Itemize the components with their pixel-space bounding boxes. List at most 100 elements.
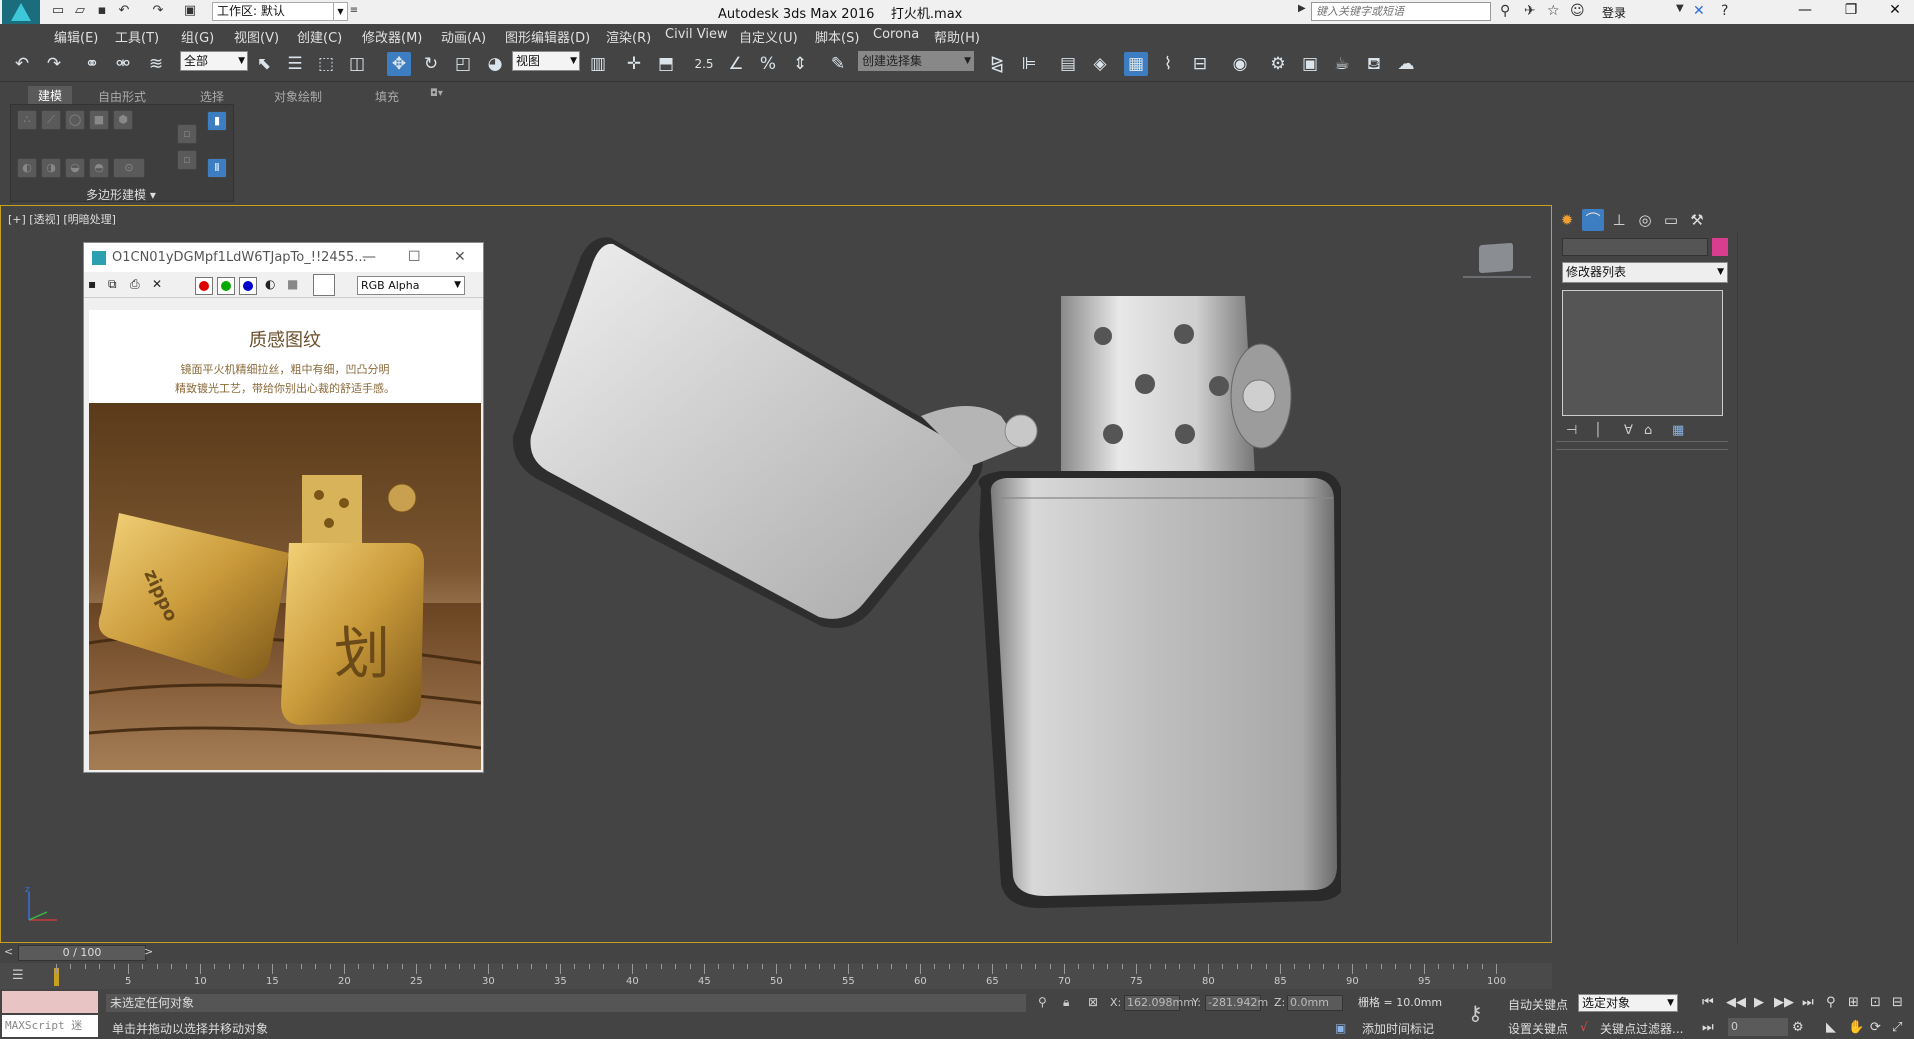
bind-space-warp-icon[interactable]: ≋ [144,52,168,76]
track-bar[interactable]: ☰ 5 10 15 20 25 30 35 40 45 50 55 60 65 70 75 80 85 90 95 1… [0,963,1552,989]
isolate-selection-icon[interactable]: ⚲ [1038,995,1047,1009]
search-arrow-icon[interactable]: ▶ [1298,3,1306,14]
schematic-view-icon[interactable]: ⊟ [1188,52,1212,76]
workspace-dropdown[interactable]: 工作区: 默认 ▼ [212,2,348,21]
display-tab-icon[interactable]: ▭ [1660,209,1682,231]
exchange-icon[interactable]: ✕ [1693,3,1705,19]
field-of-view-icon[interactable]: ◣ [1826,1020,1836,1035]
object-name-field[interactable] [1562,238,1708,256]
maxscript-listener-output[interactable] [2,991,98,1013]
alpha-channel-icon[interactable]: ◐ [265,277,275,291]
time-prev-icon[interactable]: < [4,945,13,958]
zoom-icon[interactable]: ⚲ [1826,995,1836,1010]
selection-filter-dropdown[interactable]: 全部 ▼ [180,51,248,71]
green-channel-toggle[interactable] [217,277,235,295]
save-icon[interactable]: ▪ [94,3,110,19]
lighter-model[interactable] [501,236,1341,926]
minimize-window-icon[interactable]: — [1790,2,1820,18]
menu-customize[interactable]: 自定义(U) [739,27,798,46]
viewport-label[interactable]: [+] [透视] [明暗处理] [8,211,116,227]
scene-explorer-icon[interactable]: ◈ [1088,52,1112,76]
red-channel-toggle[interactable] [195,277,213,295]
auto-key-button[interactable]: 自动关键点 [1508,996,1568,1013]
maximize-icon[interactable]: ☐ [408,243,421,272]
keyboard-shortcut-override-icon[interactable]: ⬒ [654,52,678,76]
make-unique-icon[interactable]: ∀ [1624,423,1633,438]
render-in-cloud-icon[interactable]: ☁ [1394,52,1418,76]
select-and-rotate-icon[interactable]: ↻ [419,52,443,76]
menu-group[interactable]: 组(G) [181,27,214,46]
redo-icon[interactable]: ↷ [150,3,166,19]
play-icon[interactable]: ▶ [1754,995,1764,1010]
communication-icon[interactable]: ✈ [1524,3,1536,19]
x-coordinate-field[interactable]: 162.098mm [1124,995,1194,1011]
mirror-icon[interactable]: ⧎ [985,52,1009,76]
spinner-snap-icon[interactable]: ⇕ [788,52,812,76]
new-file-icon[interactable]: ▭ [50,3,66,19]
select-and-move-icon[interactable]: ✥ [387,52,411,76]
collapse-stack-icon[interactable]: ⊙ [113,158,145,178]
angle-snap-icon[interactable]: ∠ [724,52,748,76]
previous-frame-icon[interactable]: ◀◀ [1726,995,1746,1010]
modifier-list-dropdown[interactable]: 修改器列表 ▼ [1562,262,1728,283]
edit-named-selection-icon[interactable]: ✎ [826,52,850,76]
menu-tools[interactable]: 工具(T) [115,27,159,46]
pan-view-icon[interactable]: ✋ [1848,1020,1864,1035]
object-color-swatch[interactable] [1712,238,1728,256]
modify-tab-icon[interactable]: ⌒ [1582,209,1604,231]
hold-icon[interactable]: ▣ [182,3,198,19]
menu-corona[interactable]: Corona [873,27,919,42]
show-end-result-icon[interactable]: ▫ [177,124,197,144]
select-and-scale-icon[interactable]: ◰ [451,52,475,76]
menu-create[interactable]: 创建(C) [297,27,342,46]
key-filters-button[interactable]: 关键点过滤器... [1600,1020,1683,1037]
channel-dropdown[interactable]: RGB Alpha ▼ [357,276,465,295]
time-next-icon[interactable]: > [144,945,153,958]
align-icon[interactable]: ⊫ [1017,52,1041,76]
link-icon[interactable]: ⚭ [80,52,104,76]
blue-channel-toggle[interactable] [239,277,257,295]
undo-icon[interactable]: ↶ [116,3,132,19]
border-icon[interactable]: ◯ [65,110,85,130]
absolute-mode-icon[interactable]: ⊠ [1088,995,1098,1009]
tab-populate[interactable]: 填充 [375,88,399,105]
ribbon-toggle-icon[interactable]: ▦ [1124,52,1148,76]
render-iterative-icon[interactable]: ⛾ [1362,52,1386,76]
hierarchy-tab-icon[interactable]: ⊥ [1608,209,1630,231]
element-icon[interactable]: ⬢ [113,110,133,130]
key-mode-icon[interactable]: ⏭ [1702,1020,1714,1035]
motion-tab-icon[interactable]: ◎ [1634,209,1656,231]
tab-selection[interactable]: 选择 [200,88,224,105]
copy-image-icon[interactable]: ⧉ [108,277,117,292]
menu-help[interactable]: 帮助(H) [934,27,980,46]
save-image-icon[interactable]: ▪ [88,277,96,291]
minimize-icon[interactable]: — [362,243,376,272]
y-coordinate-field[interactable]: -281.942m [1205,995,1268,1011]
binoculars-icon[interactable]: ⚲ [1500,3,1510,19]
add-time-tag[interactable]: 添加时间标记 [1362,1020,1434,1037]
curve-editor-icon[interactable]: ⌇ [1156,52,1180,76]
menu-modifiers[interactable]: 修改器(M) [362,27,422,46]
menu-views[interactable]: 视图(V) [234,27,279,46]
clear-image-icon[interactable]: ✕ [152,277,162,291]
ribbon-options-icon[interactable]: ◘▾ [430,88,443,99]
next-modifier-icon[interactable]: ◒ [65,158,85,178]
remove-modifier-icon[interactable]: ⌂ [1644,423,1652,438]
maxscript-mini-listener[interactable]: MAXScript 迷 [2,1015,98,1037]
next-frame-icon[interactable]: ▶▶ [1774,995,1794,1010]
material-editor-icon[interactable]: ◉ [1228,52,1252,76]
polygon-icon[interactable]: ■ [89,110,109,130]
select-object-icon[interactable]: ⬉ [252,52,276,76]
toggle-ribbon-icon[interactable]: Ⅱ [207,158,227,178]
image-viewer-window[interactable]: O1CN01yDGMpf1LdW6TJapTo_!!2455... — ☐ ✕ … [83,242,484,773]
undo-icon[interactable]: ↶ [10,52,34,76]
login-dropdown-icon[interactable]: ▼ [1676,3,1684,14]
maximize-viewport-icon[interactable]: ⤢ [1892,1020,1902,1035]
snaps-toggle-icon[interactable]: 2.5 [692,52,716,76]
redo-icon[interactable]: ↷ [42,52,66,76]
close-window-icon[interactable]: ✕ [1880,2,1910,18]
menu-rendering[interactable]: 渲染(R) [606,27,651,46]
favorites-star-icon[interactable]: ☆ [1547,3,1560,19]
select-and-place-icon[interactable]: ◕ [483,52,507,76]
user-icon[interactable]: ☺ [1570,3,1585,19]
